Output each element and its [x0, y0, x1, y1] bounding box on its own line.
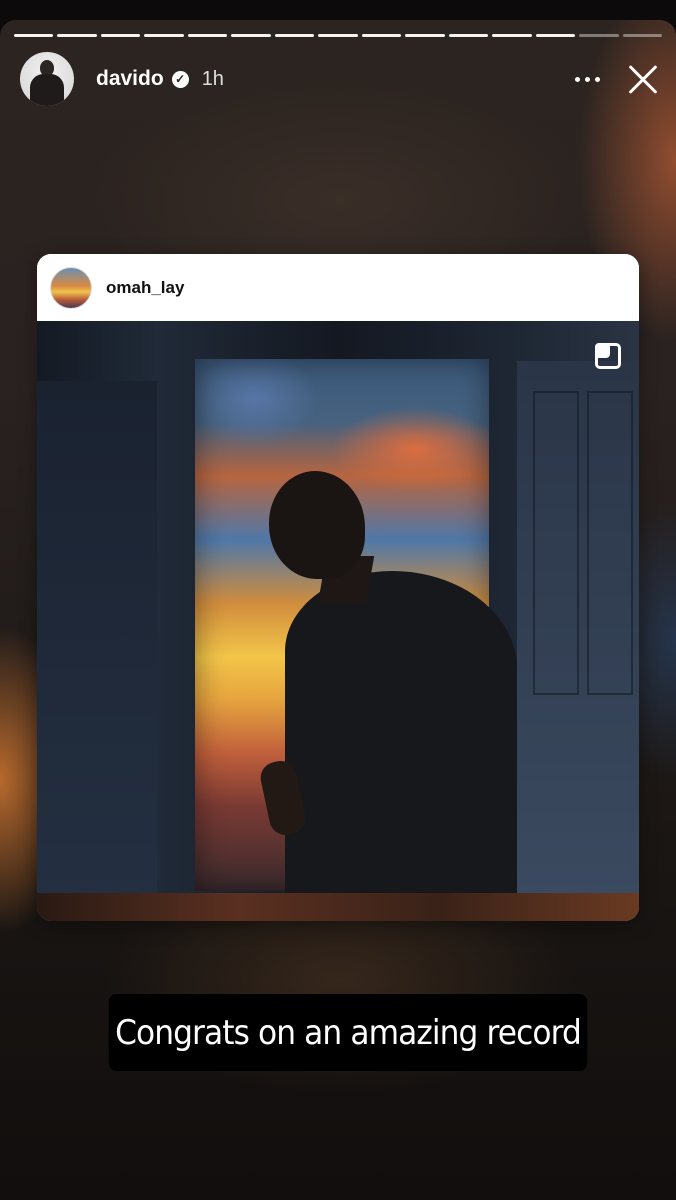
close-icon[interactable] — [626, 62, 660, 96]
story-header: davido ✓ 1h — [20, 52, 662, 106]
progress-segment — [187, 34, 228, 37]
story-viewer[interactable]: davido ✓ 1h omah_lay Congrats on an amaz… — [0, 20, 676, 1200]
progress-segment — [14, 34, 54, 37]
verified-badge-icon: ✓ — [171, 70, 189, 88]
story-progress-bar — [14, 34, 663, 37]
progress-segment — [231, 34, 271, 37]
progress-segment — [622, 34, 663, 37]
wall-panel-left — [37, 381, 157, 921]
story-caption: Congrats on an amazing record — [108, 994, 588, 1071]
person-head — [269, 471, 365, 579]
user-avatar[interactable] — [20, 52, 74, 106]
progress-segment — [448, 34, 489, 37]
floor — [37, 893, 639, 921]
progress-segment — [361, 34, 402, 37]
progress-segment — [535, 34, 576, 37]
shared-post-avatar[interactable] — [50, 266, 92, 309]
progress-segment — [579, 34, 619, 37]
shared-post-username[interactable]: omah_lay — [106, 278, 184, 298]
progress-segment — [492, 34, 532, 37]
progress-segment — [57, 34, 97, 37]
username[interactable]: davido — [96, 67, 164, 91]
person-silhouette — [285, 571, 517, 921]
progress-segment — [144, 34, 184, 37]
more-options-icon[interactable] — [575, 76, 600, 82]
progress-segment — [274, 34, 315, 37]
progress-segment — [318, 34, 358, 37]
shared-post-photo[interactable] — [37, 321, 639, 921]
progress-segment — [100, 34, 141, 37]
wall-panel-right — [517, 361, 639, 901]
shared-post-card[interactable]: omah_lay — [37, 254, 639, 921]
post-time: 1h — [201, 67, 224, 90]
shared-post-header: omah_lay — [37, 254, 639, 321]
carousel-multiple-icon — [595, 343, 621, 369]
progress-segment — [405, 34, 445, 37]
